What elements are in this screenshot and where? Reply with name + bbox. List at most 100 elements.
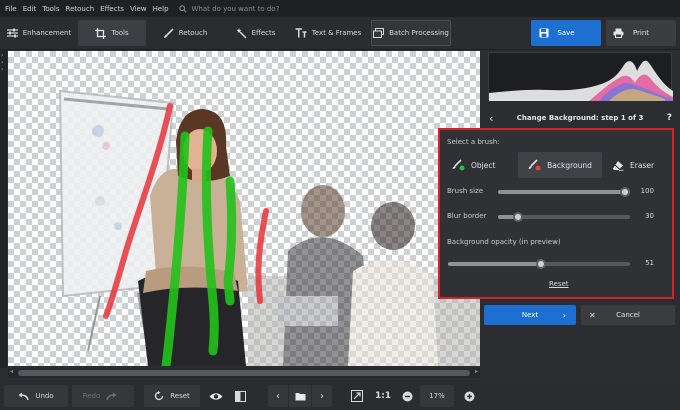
brush-size-fill — [498, 190, 630, 194]
histogram-graph — [489, 60, 673, 101]
tab-text-frames[interactable]: Text & Frames — [290, 20, 366, 46]
background-opacity-value: 51 — [645, 259, 654, 267]
object-brush-button[interactable]: Object — [452, 152, 512, 178]
redo-button[interactable]: Redo — [72, 385, 134, 407]
print-button[interactable]: Print — [606, 20, 676, 46]
actual-size-button[interactable]: 1:1 — [372, 385, 394, 407]
object-brush-icon — [452, 159, 465, 171]
scroll-left-icon[interactable]: ◂ — [10, 368, 13, 375]
chevron-right-icon[interactable]: › — [1, 59, 3, 66]
compare-button[interactable] — [230, 385, 250, 407]
sliders-icon — [6, 28, 18, 38]
blur-border-value: 30 — [645, 212, 654, 220]
menu-tools[interactable]: Tools — [42, 5, 59, 13]
search-box[interactable]: What do you want to do? — [178, 4, 280, 13]
tab-effects-label: Effects — [251, 29, 276, 37]
reset-button[interactable]: Reset — [144, 385, 200, 407]
cancel-label: Cancel — [616, 311, 640, 319]
step-header: ‹ Change Background: step 1 of 3 ? — [483, 108, 678, 128]
eraser-button[interactable]: Eraser — [612, 152, 668, 178]
blur-border-knob[interactable] — [512, 212, 523, 222]
menu-effects[interactable]: Effects — [100, 5, 124, 13]
undo-button[interactable]: Undo — [4, 385, 68, 407]
eraser-label: Eraser — [630, 160, 655, 170]
undo-icon — [18, 392, 30, 400]
back-chevron-icon[interactable]: ‹ — [483, 112, 493, 125]
zoom-out-icon — [402, 391, 412, 401]
fit-to-screen-button[interactable] — [346, 385, 368, 407]
brush-size-label: Brush size — [447, 187, 483, 195]
background-opacity-knob[interactable] — [535, 259, 546, 269]
background-opacity-fill — [448, 262, 541, 266]
batch-processing-label: Batch Processing — [389, 29, 449, 37]
chevron-right-icon[interactable]: › — [1, 52, 3, 59]
search-icon — [178, 4, 187, 13]
background-brush-label: Background — [547, 160, 592, 170]
tab-retouch-label: Retouch — [178, 29, 208, 37]
blur-border-label: Blur border — [447, 212, 487, 220]
tab-tools-label: Tools — [111, 29, 129, 37]
search-input[interactable]: What do you want to do? — [192, 5, 280, 13]
reset-icon — [155, 391, 164, 401]
main-toolbar: Enhancement Tools Retouch Effects Text &… — [0, 17, 680, 50]
image-canvas[interactable] — [8, 51, 480, 366]
previous-image-button[interactable]: ‹ — [268, 385, 288, 407]
tab-tools[interactable]: Tools — [78, 20, 146, 46]
scroll-right-icon[interactable]: ▸ — [475, 368, 478, 375]
next-image-button[interactable]: › — [312, 385, 332, 407]
background-brush-button[interactable]: Background — [518, 152, 602, 178]
next-label: Next — [521, 311, 539, 319]
chevron-right-icon[interactable]: › — [1, 66, 3, 73]
scroll-thumb[interactable] — [18, 370, 470, 376]
fit-screen-icon — [351, 390, 363, 402]
eye-icon — [209, 392, 223, 400]
bottom-toolbar: Undo Redo Reset ‹ › 1:1 17% — [0, 380, 680, 410]
reset-label: Reset — [170, 392, 190, 400]
background-brush-icon — [528, 159, 541, 171]
step-title: Change Background: step 1 of 3 — [516, 114, 644, 122]
zoom-level[interactable]: 17% — [420, 385, 454, 407]
preview-eye-button[interactable] — [205, 385, 227, 407]
batch-processing-button[interactable]: Batch Processing — [371, 20, 451, 46]
menu-view[interactable]: View — [130, 5, 147, 13]
save-button[interactable]: Save — [531, 20, 601, 46]
next-button[interactable]: Next › — [484, 305, 576, 325]
open-folder-button[interactable] — [289, 385, 311, 407]
select-brush-label: Select a brush: — [447, 138, 500, 146]
zoom-in-icon — [464, 391, 474, 401]
left-collapse-strip[interactable]: › › › — [0, 50, 7, 368]
menu-edit[interactable]: Edit — [23, 5, 37, 13]
undo-label: Undo — [35, 392, 54, 400]
menu-bar: File Edit Tools Retouch Effects View Hel… — [0, 0, 680, 17]
menu-file[interactable]: File — [5, 5, 17, 13]
tab-retouch[interactable]: Retouch — [150, 20, 220, 46]
text-icon — [295, 28, 307, 38]
zoom-in-button[interactable] — [460, 385, 478, 407]
chevron-right-icon: › — [320, 390, 324, 402]
menu-help[interactable]: Help — [153, 5, 169, 13]
chevron-left-icon: ‹ — [276, 390, 280, 402]
menu-retouch[interactable]: Retouch — [66, 5, 95, 13]
brush-size-slider[interactable] — [498, 187, 630, 197]
compare-icon — [234, 390, 246, 402]
close-icon: ✕ — [589, 310, 596, 320]
help-icon[interactable]: ? — [667, 113, 678, 123]
zoom-out-button[interactable] — [398, 385, 416, 407]
brush-size-knob[interactable] — [620, 187, 630, 197]
object-brush-label: Object — [471, 160, 496, 170]
horizontal-scrollbar[interactable]: ◂ ▸ — [8, 368, 480, 378]
blur-border-slider[interactable] — [498, 212, 630, 222]
reset-brush-link[interactable]: Reset — [549, 280, 569, 288]
cancel-button[interactable]: ✕ Cancel — [581, 305, 675, 325]
floppy-disk-icon — [539, 28, 549, 38]
background-opacity-slider[interactable] — [448, 259, 630, 269]
print-label: Print — [632, 29, 650, 37]
background-opacity-label: Background opacity (in preview) — [447, 238, 561, 246]
tab-enhancement[interactable]: Enhancement — [4, 20, 74, 46]
photo-preview[interactable] — [8, 51, 480, 366]
brush-size-value: 100 — [640, 187, 654, 195]
folder-icon — [295, 392, 305, 400]
crop-icon — [95, 27, 107, 39]
tab-effects[interactable]: Effects — [222, 20, 288, 46]
magic-wand-icon — [236, 27, 247, 39]
